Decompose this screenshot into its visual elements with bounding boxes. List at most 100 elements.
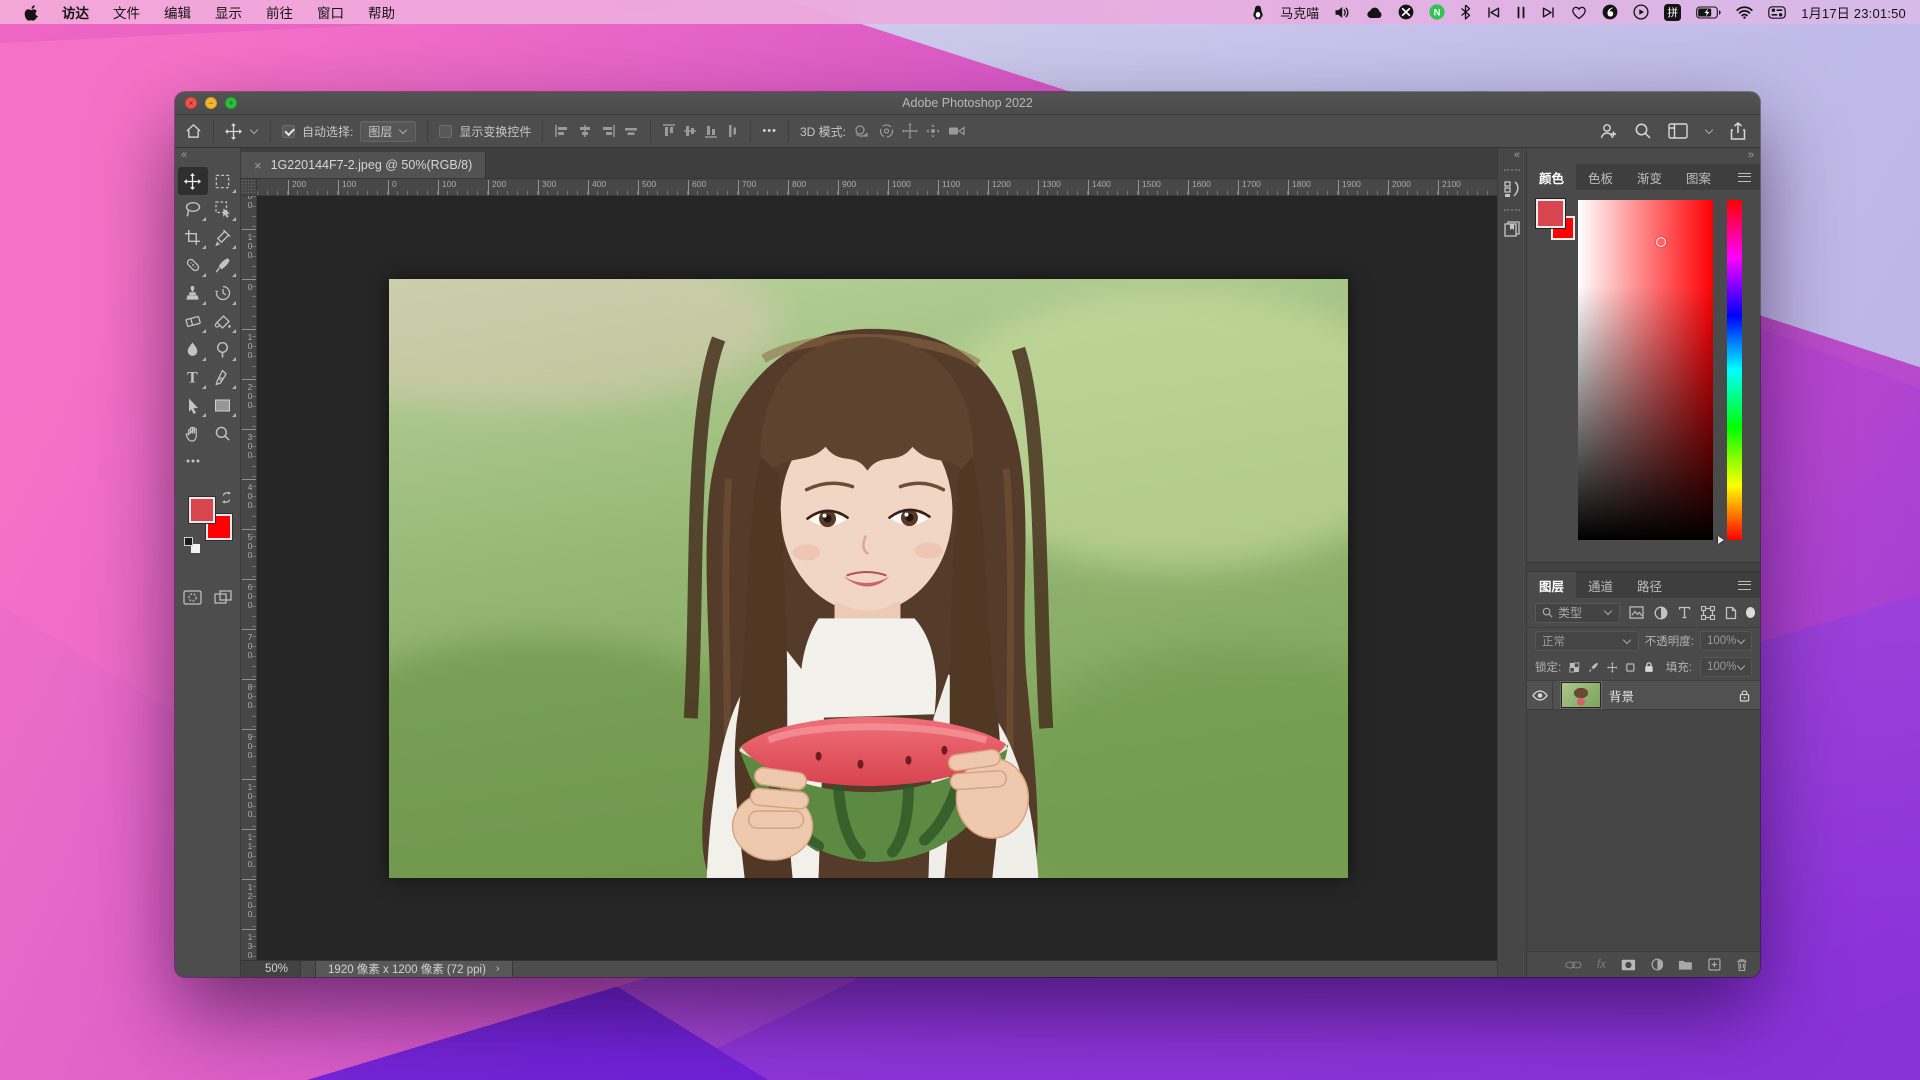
alfred-circle-icon[interactable]	[1398, 4, 1414, 20]
window-titlebar[interactable]: × − + Adobe Photoshop 2022	[175, 92, 1760, 115]
fill-dropdown[interactable]: 100%	[1700, 657, 1752, 677]
align-bottom-edges-icon[interactable]	[704, 123, 718, 139]
foreground-color-swatch[interactable]	[189, 497, 215, 523]
menu-finder[interactable]: 访达	[51, 2, 100, 22]
filter-adjustment-layers-icon[interactable]	[1654, 606, 1668, 620]
libraries-panel-icon[interactable]	[1499, 214, 1525, 244]
workspace-chevron-icon[interactable]	[1705, 125, 1713, 133]
close-window-button[interactable]: ×	[185, 97, 197, 109]
document-tab[interactable]: × 1G220144F7-2.jpeg @ 50%(RGB/8)	[241, 152, 486, 178]
layers-panel-menu-icon[interactable]	[1738, 581, 1751, 590]
lock-all-icon[interactable]	[1644, 660, 1654, 674]
media-next-icon[interactable]	[1541, 6, 1556, 19]
menu-file[interactable]: 文件	[102, 2, 151, 22]
align-vertical-centers-icon[interactable]	[683, 123, 697, 139]
tab-layers[interactable]: 图层	[1527, 572, 1576, 598]
zoom-level-field[interactable]: 50%	[241, 961, 301, 977]
link-layers-icon[interactable]	[1565, 960, 1582, 970]
volume-icon[interactable]	[1334, 5, 1351, 20]
tab-paths[interactable]: 路径	[1625, 572, 1674, 598]
color-panel-menu-icon[interactable]	[1738, 173, 1751, 182]
menubar-clock[interactable]: 1月17日 23:01:50	[1801, 3, 1906, 22]
history-panel-icon[interactable]	[1499, 174, 1525, 204]
play-circle-icon[interactable]	[1633, 4, 1649, 20]
healing-brush-tool[interactable]	[178, 251, 208, 279]
toolbar-collapse-button[interactable]: «	[175, 148, 240, 164]
3d-slide-icon[interactable]	[925, 123, 941, 139]
blur-tool[interactable]	[178, 335, 208, 363]
bluetooth-icon[interactable]	[1460, 4, 1471, 20]
zoom-tool[interactable]	[208, 419, 238, 447]
tab-patterns[interactable]: 图案	[1674, 164, 1723, 190]
canvas-pasteboard[interactable]	[257, 196, 1497, 960]
music-app-icon[interactable]	[1602, 4, 1618, 20]
lock-position-icon[interactable]	[1607, 661, 1618, 674]
hand-tool[interactable]	[178, 419, 208, 447]
media-pause-icon[interactable]	[1516, 6, 1526, 19]
menu-edit[interactable]: 编辑	[153, 2, 202, 22]
filter-on-off-toggle[interactable]	[1746, 607, 1755, 618]
gradient-tool[interactable]	[208, 307, 238, 335]
auto-select-checkbox[interactable]	[282, 125, 295, 138]
path-selection-tool[interactable]	[178, 391, 208, 419]
lock-pixels-icon[interactable]	[1588, 661, 1599, 674]
pen-tool[interactable]	[208, 363, 238, 391]
layer-filter-dropdown[interactable]: 类型	[1535, 603, 1620, 623]
3d-pan-icon[interactable]	[902, 123, 918, 139]
panels-collapse-button[interactable]: »	[1527, 148, 1760, 164]
tool-preset-chevron-icon[interactable]	[250, 125, 258, 133]
saturation-brightness-field[interactable]	[1578, 200, 1713, 540]
search-icon[interactable]	[1634, 122, 1652, 140]
dock-collapse-button[interactable]: «	[1498, 148, 1526, 164]
green-n-badge-icon[interactable]: N	[1429, 4, 1445, 20]
filter-pixel-layers-icon[interactable]	[1629, 606, 1644, 619]
auto-select-dropdown[interactable]: 图层	[360, 121, 416, 142]
move-tool-preset-icon[interactable]	[225, 123, 242, 140]
tab-color[interactable]: 颜色	[1527, 164, 1576, 190]
delete-layer-icon[interactable]	[1736, 958, 1748, 972]
menu-window[interactable]: 窗口	[306, 2, 355, 22]
panel-foreground-swatch[interactable]	[1536, 199, 1565, 228]
status-chevron-icon[interactable]: ›	[496, 963, 500, 975]
layer-visibility-toggle[interactable]	[1527, 681, 1553, 709]
new-layer-icon[interactable]	[1708, 958, 1721, 971]
home-screen-icon[interactable]	[185, 123, 202, 139]
filter-smart-objects-icon[interactable]	[1725, 606, 1737, 620]
eyedropper-tool[interactable]	[208, 223, 238, 251]
align-top-edges-icon[interactable]	[662, 123, 676, 139]
apple-menu-icon[interactable]	[14, 4, 49, 21]
filter-shape-layers-icon[interactable]	[1701, 606, 1715, 620]
eraser-tool[interactable]	[178, 307, 208, 335]
cloud-app-icon[interactable]	[1366, 5, 1383, 19]
lasso-tool[interactable]	[178, 195, 208, 223]
more-options-button[interactable]: •••	[762, 125, 777, 137]
layer-style-fx-button[interactable]: fx	[1597, 959, 1606, 971]
swap-colors-icon[interactable]	[220, 491, 233, 504]
3d-orbit-icon[interactable]	[853, 123, 871, 139]
dodge-tool[interactable]	[208, 335, 238, 363]
minimize-window-button[interactable]: −	[205, 97, 217, 109]
canvas-image[interactable]	[389, 279, 1348, 878]
share-document-icon[interactable]	[1599, 122, 1618, 140]
new-group-icon[interactable]	[1678, 959, 1693, 971]
layer-row-background[interactable]: 背景	[1527, 680, 1760, 710]
menu-view[interactable]: 显示	[204, 2, 253, 22]
object-selection-tool[interactable]	[208, 195, 238, 223]
screen-mode-button[interactable]	[208, 583, 238, 611]
default-colors-icon[interactable]	[184, 537, 200, 553]
ruler-horizontal[interactable]: 2001000100200300400500600700800900100011…	[257, 179, 1497, 196]
marquee-tool[interactable]	[208, 167, 238, 195]
workspace-switcher-icon[interactable]	[1668, 123, 1688, 139]
align-horizontal-centers-icon[interactable]	[577, 124, 593, 138]
blend-mode-dropdown[interactable]: 正常	[1535, 631, 1639, 651]
menu-go[interactable]: 前往	[255, 2, 304, 22]
edit-toolbar-ellipsis[interactable]	[178, 447, 208, 475]
quick-mask-mode-button[interactable]	[178, 583, 208, 611]
distribute-vertical-icon[interactable]	[725, 123, 739, 139]
3d-camera-icon[interactable]	[948, 124, 967, 138]
distribute-horizontal-icon[interactable]	[623, 124, 639, 138]
layer-list-empty-area[interactable]	[1527, 710, 1760, 951]
lock-artboard-icon[interactable]	[1625, 661, 1636, 674]
export-share-icon[interactable]	[1730, 122, 1746, 140]
heart-icon[interactable]	[1571, 5, 1587, 20]
